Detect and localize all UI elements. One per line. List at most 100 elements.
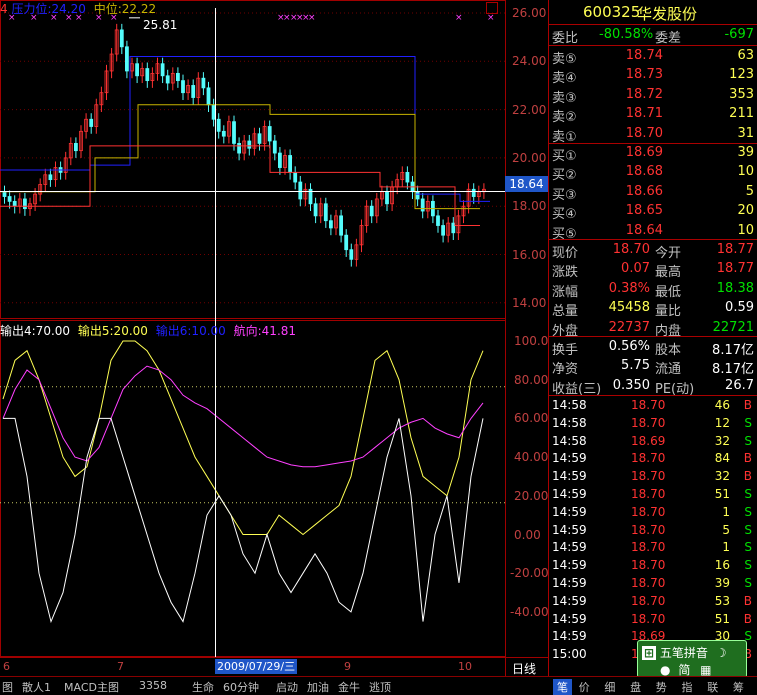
finance-value: 8.17亿 [712,343,754,358]
ask-price: 18.74 [625,48,663,63]
tick-row[interactable]: 14:59 18.70 1 S [549,539,757,557]
tick-row[interactable]: 14:59 18.70 51 S [549,486,757,504]
bid-row[interactable]: 买⑤ 18.64 10 [549,222,757,242]
quote-tab[interactable]: 势 [656,679,667,695]
period-label[interactable]: 日线 [512,660,536,677]
ime-toolbar[interactable]: ⊞ 五笔拼音 ☽ ● 简 ▦ [637,640,747,678]
ask-row[interactable]: 卖⑤ 18.74 63 [549,47,757,67]
bid-label: 买③ [552,187,577,203]
candle-body [160,63,165,77]
quote-tab[interactable]: 联 [707,679,718,695]
finance-label: 股本 [655,343,682,358]
candle-body [221,130,226,137]
quote-tab[interactable]: 细 [604,679,615,695]
tick-side: B [743,398,752,412]
tick-time: 14:59 [552,487,587,501]
ime-moon-icon[interactable]: ☽ [716,646,727,660]
bottom-tab[interactable]: 启动 [276,679,298,695]
price-indicator-legend: 4 压力位:24.20 中位:22.22 [0,0,156,17]
bid-label: 买① [552,149,577,164]
tick-time: 14:59 [552,611,587,626]
ime-keyboard-icon[interactable]: ▦ [700,663,711,677]
quote-label: 量比 [655,304,682,320]
candle-body [272,140,277,154]
bid-row[interactable]: 买④ 18.65 20 [549,202,757,222]
heading-label: 航向:41.81 [233,324,297,338]
tick-price: 18.70 [631,522,666,537]
tick-row[interactable]: 14:59 18.70 32 B [549,468,757,486]
quote-tab[interactable]: 筹 [733,679,744,695]
ime-mode[interactable]: ⊞ 五笔拼音 ☽ [642,644,727,661]
ime-line2: 简 [678,663,691,677]
tick-side: S [744,576,752,590]
tick-row[interactable]: 14:59 18.70 39 S [549,575,757,593]
candle-body [135,63,140,77]
bottom-tab[interactable]: 生命 [192,679,214,695]
candle-body [420,198,425,212]
tick-row[interactable]: 14:58 18.70 46 B [549,397,757,415]
ask-label: 卖④ [552,71,577,87]
candle-body [181,80,185,94]
quote-tab[interactable]: 盘 [630,679,641,695]
quote-tab[interactable]: 笔 [553,679,572,695]
tick-row[interactable]: 14:58 18.70 12 S [549,415,757,433]
kline-chart-pane[interactable]: × × × × × × × × × × × × × × × 4 压力位:24.20 中位:22.22 25.… [0,0,549,677]
bottom-tab[interactable]: MACD主图 [64,679,119,695]
osc-axis-tick: -20.00 [510,566,549,581]
pressure-line [0,55,490,202]
bid-row[interactable]: 买② 18.68 10 [549,163,757,183]
bottom-tab[interactable]: 逃顶 [369,679,391,695]
tick-row[interactable]: 14:59 18.70 5 S [549,522,757,540]
quote-tab[interactable]: 价 [579,679,590,695]
ask-row[interactable]: 卖④ 18.73 123 [549,66,757,87]
tick-row[interactable]: 14:59 18.70 51 B [549,611,757,629]
ask-label: 卖⑤ [552,52,577,67]
tick-volume: 84 [714,451,730,466]
bottom-tab[interactable]: 60分钟 [223,679,259,695]
ask-label: 卖③ [552,90,577,106]
candle-body [7,196,12,202]
quote-label: 今开 [655,246,682,261]
tick-time: 14:59 [552,629,587,644]
ask-row[interactable]: 卖① 18.70 31 [549,125,757,145]
tick-row[interactable]: 14:59 18.70 16 S [549,557,757,575]
ask-row[interactable]: 卖② 18.71 211 [549,105,757,125]
tick-price: 18.70 [631,415,666,430]
finance-label: PE(动) [655,381,695,397]
quote-value: 18.77 [716,242,754,257]
tick-volume: 1 [722,540,730,555]
candle-body [349,249,354,260]
ask-volume: 31 [737,125,754,141]
candle-body [313,203,318,217]
bid-row[interactable]: 买① 18.69 39 [549,144,757,164]
panel-restore-icon[interactable] [486,2,498,14]
tick-side: S [744,522,752,537]
quote-row: 外盘 22737 内盘 22721 [549,319,757,339]
bottom-tab[interactable]: 3358 [139,679,167,692]
candle-body [145,68,150,82]
price-axis-tick: 22.00 [512,102,547,117]
ime-punct-icon[interactable]: ● [660,663,670,677]
ask-row[interactable]: 卖③ 18.72 353 [549,86,757,106]
tick-row[interactable]: 14:58 18.69 32 S [549,433,757,451]
quote-tab[interactable]: 指 [682,679,693,695]
bottom-tab[interactable]: 金牛 [338,679,360,695]
tick-row[interactable]: 14:59 18.70 1 S [549,504,757,522]
tick-price: 18.70 [631,504,666,519]
osc-axis-tick: 80.00 [514,372,549,387]
tick-row[interactable]: 14:59 18.70 53 B [549,593,757,611]
candle-body [257,133,262,144]
current-price-tag: 18.64 [505,176,548,192]
bottom-tab-bar: 图散人1 MACD主图 3358 生命 60分钟 启动 加油 金牛 逃顶 笔价细盘势指联筹 [0,676,757,695]
bid-row[interactable]: 买③ 18.66 5 [549,183,757,203]
bottom-tab[interactable]: 散人1 [22,679,51,695]
bottom-tab[interactable]: 加油 [307,679,329,695]
finance-value: 5.75 [621,358,650,374]
osc-axis-tick: 60.00 [514,411,549,426]
cursor-date-tag: 2009/07/29/三 [215,659,298,674]
finance-value: 0.56% [608,339,650,354]
tick-row[interactable]: 14:59 18.70 84 B [549,450,757,468]
date-axis-tick: 10 [458,660,472,673]
bottom-tab[interactable]: 图 [2,679,13,695]
price-axis-tick: 16.00 [512,247,547,262]
